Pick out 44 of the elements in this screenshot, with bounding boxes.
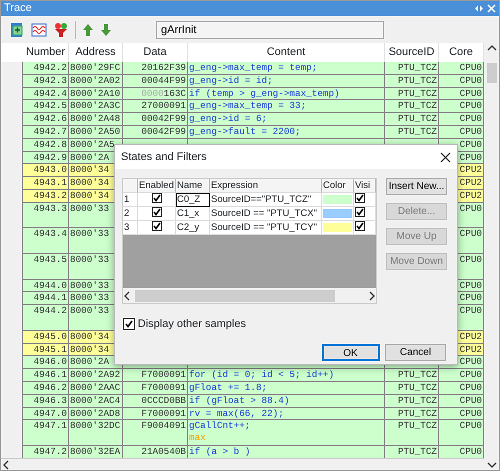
scrollbar-thumb[interactable] (135, 290, 335, 302)
table-cell[interactable]: C2_y (176, 221, 210, 235)
dialog-button[interactable]: OK (322, 344, 380, 360)
window-title: Trace (4, 1, 32, 16)
scroll-left-icon[interactable] (123, 290, 131, 300)
scroll-left-icon[interactable] (1, 460, 11, 470)
table-cell: SourceID == "PTU_TCY" (210, 221, 322, 235)
color-swatch[interactable] (323, 209, 352, 218)
dialog-title: States and Filters (121, 150, 207, 165)
row-header[interactable] (1, 62, 23, 75)
checkbox-label[interactable]: Display other samples (138, 316, 246, 332)
color-swatch[interactable] (323, 195, 352, 204)
filter-icon[interactable] (53, 22, 69, 38)
wave-icon[interactable] (31, 22, 47, 38)
export-icon[interactable] (9, 22, 25, 38)
column-header[interactable]: Color (322, 179, 354, 193)
checkbox[interactable] (355, 193, 365, 203)
column-header[interactable]: Expression (210, 179, 322, 193)
pin-icon[interactable] (474, 4, 484, 13)
checkbox[interactable] (152, 221, 162, 231)
checkbox[interactable] (123, 318, 135, 330)
checkbox[interactable] (152, 207, 162, 217)
dialog-button[interactable]: Insert New... (386, 178, 447, 195)
column-header[interactable]: Name (176, 179, 210, 193)
checkbox[interactable] (355, 207, 365, 217)
column-header[interactable]: Visi (354, 179, 376, 193)
checkbox[interactable] (152, 193, 162, 203)
scroll-down-icon[interactable] (486, 460, 496, 470)
color-swatch[interactable] (323, 223, 352, 232)
column-header[interactable]: Enabled (138, 179, 176, 193)
horizontal-scrollbar[interactable] (1, 458, 484, 470)
scrollbar-thumb[interactable] (486, 63, 496, 83)
close-icon[interactable] (440, 152, 451, 162)
horizontal-scrollbar[interactable] (123, 288, 376, 303)
table-cell[interactable]: C0_Z (176, 193, 210, 207)
dialog-button[interactable]: Cancel (385, 344, 446, 360)
checkbox[interactable] (355, 221, 365, 231)
down-arrow-icon[interactable] (100, 22, 112, 36)
row-number: 3 (123, 221, 138, 235)
search-field[interactable]: gArrInit (156, 20, 384, 38)
scroll-right-icon[interactable] (368, 290, 376, 300)
vertical-scrollbar[interactable] (484, 43, 499, 470)
scroll-up-icon[interactable] (486, 43, 496, 53)
up-arrow-icon[interactable] (82, 22, 94, 36)
